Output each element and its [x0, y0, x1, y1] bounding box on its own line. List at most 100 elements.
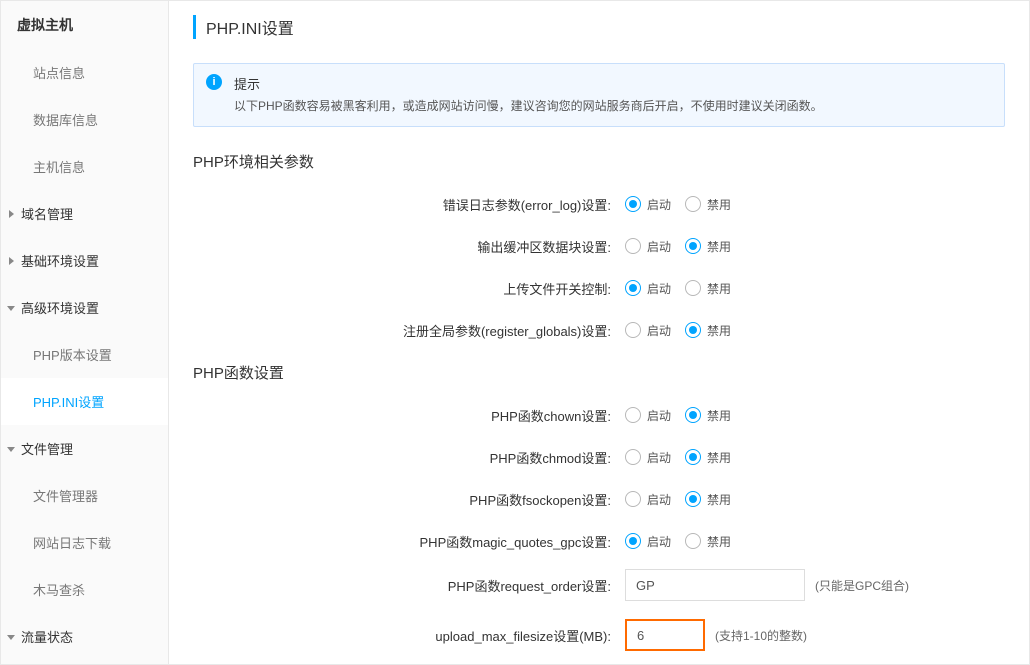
radio-circle-icon: [625, 280, 641, 296]
hint-title: 提示: [234, 74, 990, 93]
radio-circle-icon: [685, 491, 701, 507]
radio-label: 禁用: [707, 280, 731, 297]
sidebar-item-1[interactable]: 数据库信息: [1, 96, 168, 143]
func-3-radio-on[interactable]: 启动: [625, 533, 671, 550]
func-2-label: PHP函数fsockopen设置:: [193, 490, 625, 509]
radio-label: 禁用: [707, 449, 731, 466]
sidebar-parent-3[interactable]: 域名管理: [1, 190, 168, 237]
hint-box: i 提示 以下PHP函数容易被黑客利用，或造成网站访问慢，建议咨询您的网站服务商…: [193, 63, 1005, 127]
func-2-radio-on[interactable]: 启动: [625, 491, 671, 508]
func-3-radio-group: 启动禁用: [625, 533, 731, 550]
func-0-radio-on[interactable]: 启动: [625, 407, 671, 424]
sidebar-item-2[interactable]: 主机信息: [1, 143, 168, 190]
env-0-radio-off[interactable]: 禁用: [685, 196, 731, 213]
env-0-label: 错误日志参数(error_log)设置:: [193, 195, 625, 214]
radio-label: 禁用: [707, 196, 731, 213]
radio-circle-icon: [625, 449, 641, 465]
radio-circle-icon: [625, 407, 641, 423]
sidebar-item-11[interactable]: 木马查杀: [1, 566, 168, 613]
upload-max-input[interactable]: [625, 619, 705, 651]
page-title: PHP.INI设置: [193, 15, 1005, 39]
request-order-input[interactable]: [625, 569, 805, 601]
sidebar-item-label: 基础环境设置: [21, 254, 99, 269]
radio-label: 启动: [647, 322, 671, 339]
sidebar-item-6[interactable]: PHP版本设置: [1, 331, 168, 378]
env-3-row: 注册全局参数(register_globals)设置:启动禁用: [193, 316, 1005, 344]
upload-max-row: upload_max_filesize设置(MB): (支持1-10的整数): [193, 619, 1005, 651]
radio-circle-icon: [685, 533, 701, 549]
radio-circle-icon: [625, 196, 641, 212]
func-0-radio-group: 启动禁用: [625, 407, 731, 424]
func-3-row: PHP函数magic_quotes_gpc设置:启动禁用: [193, 527, 1005, 555]
func-3-radio-off[interactable]: 禁用: [685, 533, 731, 550]
env-2-radio-off[interactable]: 禁用: [685, 280, 731, 297]
radio-circle-icon: [685, 322, 701, 338]
chevron-down-icon: [7, 445, 15, 453]
func-3-label: PHP函数magic_quotes_gpc设置:: [193, 532, 625, 551]
func-2-radio-off[interactable]: 禁用: [685, 491, 731, 508]
radio-circle-icon: [685, 449, 701, 465]
env-2-radio-group: 启动 禁用: [625, 280, 731, 297]
func-1-row: PHP函数chmod设置:启动 禁用: [193, 443, 1005, 471]
radio-label: 禁用: [707, 322, 731, 339]
radio-label: 启动: [647, 407, 671, 424]
env-2-row: 上传文件开关控制: 启动 禁用: [193, 274, 1005, 302]
info-icon: i: [206, 74, 222, 90]
func-2-radio-group: 启动禁用: [625, 491, 731, 508]
radio-circle-icon: [625, 491, 641, 507]
func-1-label: PHP函数chmod设置:: [193, 448, 625, 467]
env-1-radio-off[interactable]: 禁用: [685, 238, 731, 255]
radio-circle-icon: [625, 238, 641, 254]
radio-circle-icon: [685, 196, 701, 212]
sidebar-item-7[interactable]: PHP.INI设置: [1, 378, 168, 425]
env-1-row: 输出缓冲区数据块设置: 启动 禁用: [193, 232, 1005, 260]
sidebar-parent-5[interactable]: 高级环境设置: [1, 284, 168, 331]
env-2-label: 上传文件开关控制:: [193, 279, 625, 298]
radio-label: 启动: [647, 280, 671, 297]
sidebar-item-label: 域名管理: [21, 207, 73, 222]
upload-max-label: upload_max_filesize设置(MB):: [193, 626, 625, 645]
radio-label: 禁用: [707, 238, 731, 255]
sidebar-parent-8[interactable]: 文件管理: [1, 425, 168, 472]
request-order-help: (只能是GPC组合): [815, 577, 909, 594]
sidebar-item-label: 文件管理: [21, 442, 73, 457]
func-1-radio-on[interactable]: 启动: [625, 449, 671, 466]
env-1-radio-on[interactable]: 启动: [625, 238, 671, 255]
func-2-row: PHP函数fsockopen设置:启动禁用: [193, 485, 1005, 513]
sidebar-item-13[interactable]: 流量统计报告: [1, 660, 168, 664]
sidebar-item-0[interactable]: 站点信息: [1, 49, 168, 96]
request-order-label: PHP函数request_order设置:: [193, 576, 625, 595]
env-3-radio-off[interactable]: 禁用: [685, 322, 731, 339]
section-env-title: PHP环境相关参数: [193, 151, 1005, 172]
env-0-radio-group: 启动 禁用: [625, 196, 731, 213]
func-1-radio-group: 启动 禁用: [625, 449, 731, 466]
section-func-title: PHP函数设置: [193, 362, 1005, 383]
radio-label: 启动: [647, 196, 671, 213]
sidebar: 虚拟主机 站点信息数据库信息主机信息域名管理基础环境设置高级环境设置PHP版本设…: [1, 1, 169, 664]
func-1-radio-off[interactable]: 禁用: [685, 449, 731, 466]
sidebar-parent-4[interactable]: 基础环境设置: [1, 237, 168, 284]
chevron-down-icon: [7, 633, 15, 641]
chevron-right-icon: [7, 257, 15, 265]
env-0-radio-on[interactable]: 启动: [625, 196, 671, 213]
radio-circle-icon: [625, 322, 641, 338]
sidebar-parent-12[interactable]: 流量状态: [1, 613, 168, 660]
radio-label: 启动: [647, 238, 671, 255]
env-0-row: 错误日志参数(error_log)设置: 启动 禁用: [193, 190, 1005, 218]
hint-text: 以下PHP函数容易被黑客利用，或造成网站访问慢，建议咨询您的网站服务商后开启，不…: [234, 97, 990, 114]
radio-label: 启动: [647, 533, 671, 550]
func-0-radio-off[interactable]: 禁用: [685, 407, 731, 424]
radio-circle-icon: [685, 280, 701, 296]
env-1-label: 输出缓冲区数据块设置:: [193, 237, 625, 256]
radio-circle-icon: [685, 238, 701, 254]
env-2-radio-on[interactable]: 启动: [625, 280, 671, 297]
sidebar-item-10[interactable]: 网站日志下载: [1, 519, 168, 566]
sidebar-item-9[interactable]: 文件管理器: [1, 472, 168, 519]
radio-label: 启动: [647, 491, 671, 508]
sidebar-title: 虚拟主机: [1, 1, 168, 49]
chevron-down-icon: [7, 304, 15, 312]
env-3-radio-on[interactable]: 启动: [625, 322, 671, 339]
main-content: PHP.INI设置 i 提示 以下PHP函数容易被黑客利用，或造成网站访问慢，建…: [169, 1, 1029, 664]
request-order-row: PHP函数request_order设置: (只能是GPC组合): [193, 569, 1005, 601]
func-0-label: PHP函数chown设置:: [193, 406, 625, 425]
